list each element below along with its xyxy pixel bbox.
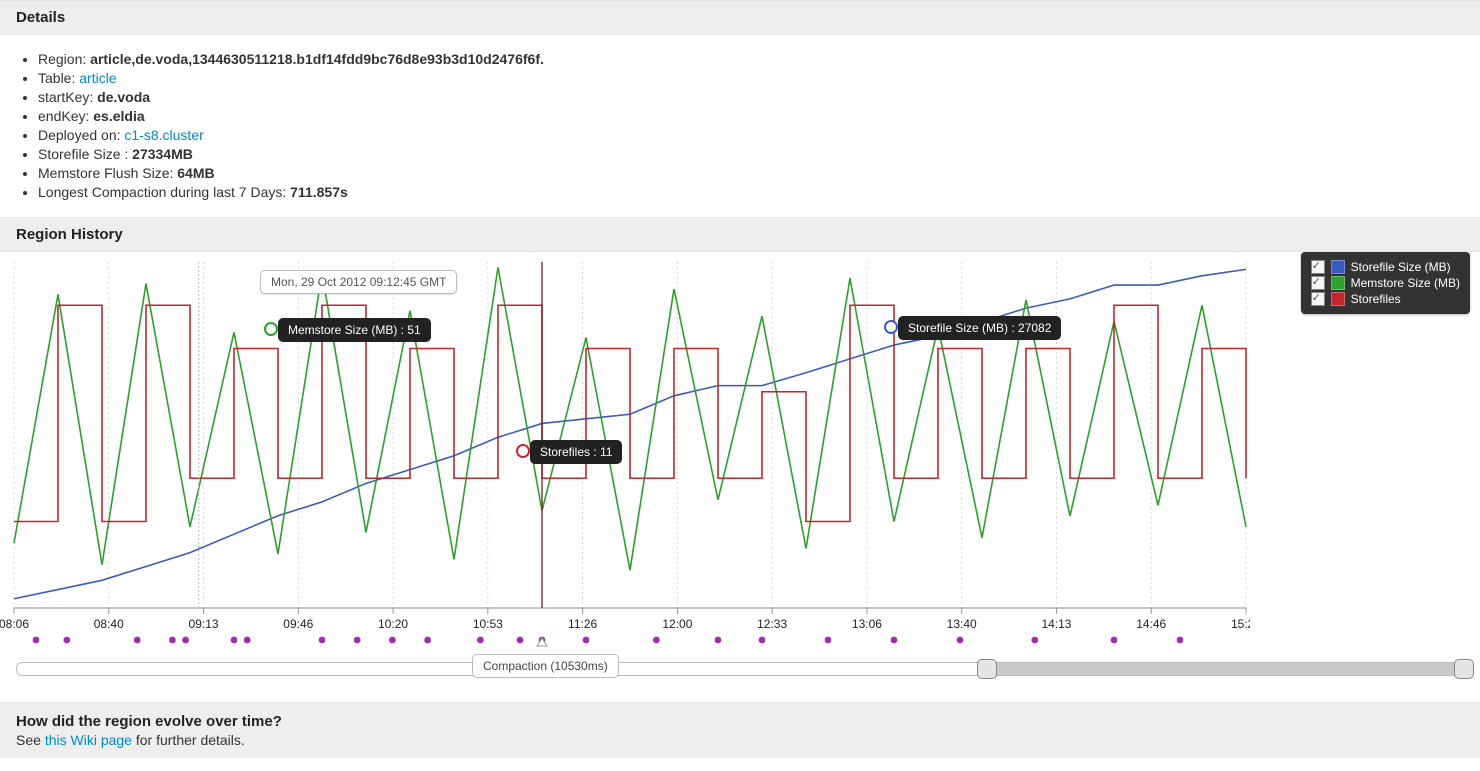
footer-wiki-link[interactable]: this Wiki page — [45, 732, 132, 748]
dot-icon — [884, 320, 898, 334]
region-value: article,de.voda,1344630511218.b1df14fdd9… — [90, 51, 544, 67]
storefile-size-label: Storefile Size : — [38, 146, 132, 162]
legend-swatch-green — [1331, 276, 1345, 290]
memstore-flush-value: 64MB — [177, 165, 214, 181]
table-link[interactable]: article — [79, 70, 116, 86]
history-body: Storefile Size (MB) Memstore Size (MB) S… — [0, 252, 1480, 702]
chart-legend: Storefile Size (MB) Memstore Size (MB) S… — [1301, 252, 1470, 314]
footer-question: How did the region evolve over time? — [16, 713, 1464, 730]
legend-label: Memstore Size (MB) — [1351, 276, 1460, 290]
callout-memstore: Memstore Size (MB) : 51 — [278, 318, 431, 342]
svg-text:09:46: 09:46 — [283, 617, 313, 631]
longest-compaction-value: 711.857s — [290, 184, 348, 200]
region-history-chart[interactable]: 08:06 08:40 09:13 09:46 10:20 10:53 11:26 12:00… — [0, 256, 1250, 656]
svg-text:08:06: 08:06 — [0, 617, 29, 631]
svg-text:11:26: 11:26 — [568, 617, 597, 631]
dot-icon — [264, 322, 278, 336]
startkey-label: startKey: — [38, 89, 97, 105]
svg-text:13:06: 13:06 — [852, 617, 882, 631]
detail-memstore-flush: Memstore Flush Size: 64MB — [38, 165, 1464, 181]
legend-label: Storefile Size (MB) — [1351, 260, 1451, 274]
memstore-flush-label: Memstore Flush Size: — [38, 165, 177, 181]
svg-text:15:20: 15:20 — [1231, 617, 1250, 631]
svg-text:12:33: 12:33 — [757, 617, 787, 631]
longest-compaction-label: Longest Compaction during last 7 Days: — [38, 184, 290, 200]
footer-section: How did the region evolve over time? See… — [0, 702, 1480, 758]
legend-item-memstore-size[interactable]: Memstore Size (MB) — [1311, 276, 1460, 290]
slider-handle-start[interactable] — [977, 659, 997, 679]
svg-text:13:40: 13:40 — [947, 617, 977, 631]
endkey-value: es.eldia — [93, 108, 144, 124]
detail-longest-compaction: Longest Compaction during last 7 Days: 7… — [38, 184, 1464, 200]
callout-memstore-text: Memstore Size (MB) : 51 — [288, 323, 421, 337]
svg-text:10:20: 10:20 — [378, 617, 408, 631]
legend-label: Storefiles — [1351, 292, 1401, 306]
svg-text:10:53: 10:53 — [473, 617, 503, 631]
deployed-link[interactable]: c1-s8.cluster — [124, 127, 203, 143]
hover-time-tooltip: Mon, 29 Oct 2012 09:12:45 GMT — [260, 270, 457, 294]
svg-text:09:13: 09:13 — [189, 617, 219, 631]
footer-pre: See — [16, 732, 45, 748]
endkey-label: endKey: — [38, 108, 93, 124]
checkbox-icon[interactable] — [1311, 292, 1325, 306]
details-heading: Details — [0, 0, 1480, 35]
deployed-label: Deployed on: — [38, 127, 124, 143]
dot-icon — [516, 444, 530, 458]
detail-deployed: Deployed on: c1-s8.cluster — [38, 127, 1464, 143]
callout-storefile-size: Storefile Size (MB) : 27082 — [898, 316, 1061, 340]
event-tooltip: Compaction (10530ms) — [472, 654, 619, 678]
checkbox-icon[interactable] — [1311, 260, 1325, 274]
legend-swatch-red — [1331, 292, 1345, 306]
callout-storefiles: Storefiles : 11 — [530, 440, 622, 464]
detail-endkey: endKey: es.eldia — [38, 108, 1464, 124]
callout-storefiles-text: Storefiles : 11 — [540, 445, 612, 459]
callout-storefile-size-text: Storefile Size (MB) : 27082 — [908, 321, 1051, 335]
storefile-size-value: 27334MB — [132, 146, 193, 162]
detail-table: Table: article — [38, 70, 1464, 86]
time-range-slider[interactable] — [16, 662, 1464, 676]
svg-text:14:13: 14:13 — [1041, 617, 1071, 631]
detail-storefile-size: Storefile Size : 27334MB — [38, 146, 1464, 162]
details-body: Region: article,de.voda,1344630511218.b1… — [0, 35, 1480, 217]
region-label: Region: — [38, 51, 90, 67]
svg-text:14:46: 14:46 — [1136, 617, 1166, 631]
legend-item-storefile-size[interactable]: Storefile Size (MB) — [1311, 260, 1460, 274]
footer-post: for further details. — [132, 732, 245, 748]
detail-startkey: startKey: de.voda — [38, 89, 1464, 105]
svg-text:12:00: 12:00 — [662, 617, 692, 631]
slider-handle-end[interactable] — [1454, 659, 1474, 679]
checkbox-icon[interactable] — [1311, 276, 1325, 290]
table-label: Table: — [38, 70, 79, 86]
slider-fill — [986, 663, 1463, 675]
details-list: Region: article,de.voda,1344630511218.b1… — [38, 51, 1464, 200]
svg-text:08:40: 08:40 — [94, 617, 124, 631]
footer-hint: See this Wiki page for further details. — [16, 732, 1464, 748]
legend-swatch-blue — [1331, 260, 1345, 274]
legend-item-storefiles[interactable]: Storefiles — [1311, 292, 1460, 306]
history-heading: Region History — [0, 217, 1480, 252]
startkey-value: de.voda — [97, 89, 150, 105]
detail-region: Region: article,de.voda,1344630511218.b1… — [38, 51, 1464, 67]
